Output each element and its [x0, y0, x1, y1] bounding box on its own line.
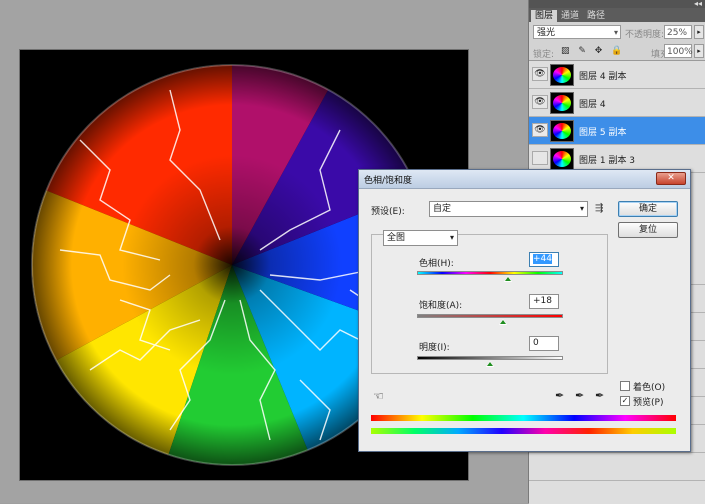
- colorize-label: 着色(O): [633, 383, 666, 393]
- lightness-slider-thumb[interactable]: [486, 361, 494, 367]
- hue-slider-thumb[interactable]: [503, 276, 512, 282]
- layer-thumbnail: [550, 148, 574, 170]
- channel-select[interactable]: 全图 ▾: [383, 230, 458, 246]
- channel-value: 全图: [387, 233, 406, 243]
- fill-arrow-icon[interactable]: ▸: [694, 44, 704, 58]
- preview-label: 预览(P): [633, 398, 664, 408]
- layer-row[interactable]: 👁 图层 4 副本: [529, 61, 705, 89]
- preview-checkbox[interactable]: ✓: [620, 396, 630, 406]
- saturation-input[interactable]: +18: [529, 294, 559, 309]
- hue-saturation-dialog: 色相/饱和度 ✕ 预设(E): 自定 ▾ ⇶ 确定 复位 全图 ▾ 色相(H):…: [358, 169, 691, 452]
- input-color-bar: [371, 415, 676, 421]
- saturation-slider-thumb[interactable]: [499, 319, 508, 325]
- eye-icon[interactable]: 👁: [532, 123, 548, 137]
- opacity-input[interactable]: 25%: [664, 25, 692, 39]
- eyedropper-icon[interactable]: ✒: [555, 389, 564, 402]
- fill-input[interactable]: 100%: [664, 44, 693, 58]
- chevron-down-icon: ▾: [449, 233, 454, 242]
- eye-icon[interactable]: 👁: [532, 67, 548, 81]
- blend-mode-value: 强光: [537, 28, 556, 38]
- tab-layers[interactable]: 图层: [531, 10, 558, 22]
- hue-value: +44: [533, 254, 552, 264]
- chevron-down-icon: ▾: [613, 28, 618, 37]
- preset-value: 自定: [433, 204, 452, 214]
- lightness-label: 明度(I):: [419, 343, 450, 353]
- eye-hidden-icon[interactable]: [532, 151, 548, 165]
- eyedropper-minus-icon[interactable]: ✒: [595, 389, 604, 402]
- hue-input[interactable]: +44: [529, 252, 559, 267]
- layer-name: 图层 4 副本: [579, 72, 627, 82]
- layer-thumbnail: [550, 120, 574, 142]
- close-button[interactable]: ✕: [656, 172, 686, 185]
- panel-header-bar: ◂◂: [529, 0, 705, 8]
- opacity-arrow-icon[interactable]: ▸: [694, 25, 704, 39]
- layer-name: 图层 4: [579, 100, 606, 110]
- layer-row[interactable]: 👁 图层 4: [529, 89, 705, 117]
- output-color-bar: [371, 428, 676, 434]
- lightness-slider-track[interactable]: [417, 356, 563, 360]
- adjustment-group: [371, 234, 608, 374]
- panel-tabs: 图层 通道 路径: [529, 8, 705, 22]
- saturation-label: 饱和度(A):: [419, 301, 463, 311]
- lock-icons[interactable]: ▨ ✎ ✥ 🔒: [561, 46, 625, 56]
- lock-label: 锁定:: [533, 50, 555, 60]
- targeted-adjustment-hand-icon[interactable]: ☜: [373, 389, 384, 403]
- collapse-icon[interactable]: ◂◂: [694, 0, 702, 8]
- preset-select[interactable]: 自定 ▾: [429, 201, 588, 217]
- ok-button[interactable]: 确定: [618, 201, 678, 217]
- preset-options-icon[interactable]: ⇶: [595, 203, 603, 214]
- tab-paths[interactable]: 路径: [583, 10, 609, 22]
- chevron-down-icon: ▾: [579, 204, 584, 213]
- reset-button[interactable]: 复位: [618, 222, 678, 238]
- opacity-label: 不透明度:: [625, 30, 665, 40]
- hue-slider-track[interactable]: [417, 271, 563, 275]
- layer-name: 图层 5 副本: [579, 128, 627, 138]
- layer-thumbnail: [550, 64, 574, 86]
- dialog-title: 色相/饱和度: [364, 176, 413, 186]
- hue-label: 色相(H):: [419, 259, 454, 269]
- tab-channels[interactable]: 通道: [557, 10, 583, 22]
- layer-thumbnail: [550, 92, 574, 114]
- preset-label: 预设(E):: [371, 207, 405, 217]
- layer-name: 图层 1 副本 3: [579, 156, 636, 166]
- layer-row-selected[interactable]: 👁 图层 5 副本: [529, 117, 705, 145]
- eyedropper-plus-icon[interactable]: ✒: [575, 389, 584, 402]
- blend-mode-select[interactable]: 强光 ▾: [533, 25, 621, 39]
- saturation-slider-track[interactable]: [417, 314, 563, 318]
- dialog-titlebar[interactable]: 色相/饱和度 ✕: [359, 170, 690, 189]
- lightness-input[interactable]: 0: [529, 336, 559, 351]
- colorize-checkbox[interactable]: [620, 381, 630, 391]
- eye-icon[interactable]: 👁: [532, 95, 548, 109]
